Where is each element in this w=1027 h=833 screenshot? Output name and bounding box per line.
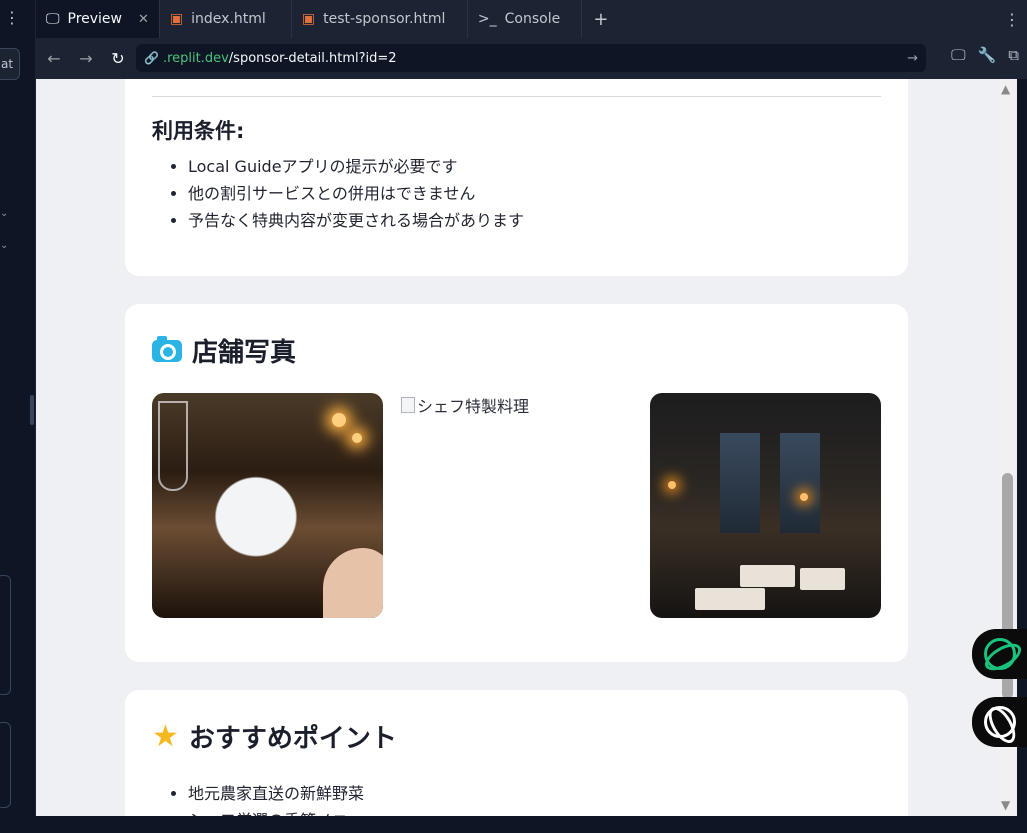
devices-icon[interactable]: 🖵 xyxy=(951,46,965,64)
tab-preview[interactable]: 🖵 Preview ✕ xyxy=(36,0,160,38)
camera-icon xyxy=(152,335,182,362)
tab-spacer xyxy=(620,0,997,38)
section-title: おすすめポイント xyxy=(188,724,397,754)
chevron-icon[interactable]: ⌄ xyxy=(0,208,8,219)
photos-card: 店舗写真 シェフ特製料理 xyxy=(125,304,908,662)
store-photo-dish[interactable] xyxy=(152,393,383,618)
tab-index-html[interactable]: ▣ index.html xyxy=(160,0,292,38)
star-icon: ★ xyxy=(152,718,179,754)
image-alt-text: シェフ特製料理 xyxy=(417,397,530,416)
url-path: /sponsor-detail.html?id=2 xyxy=(228,50,397,66)
list-item: 地元農家直送の新鮮野菜 xyxy=(188,780,380,807)
candle-light xyxy=(332,413,346,427)
glass-shape xyxy=(158,401,188,491)
terms-card: 利用条件: Local Guideアプリの提示が必要です 他の割引サービスとの併… xyxy=(125,79,908,276)
link-icon: 🔗 xyxy=(144,51,159,65)
list-item: Local Guideアプリの提示が必要です xyxy=(188,153,524,180)
more-vertical-icon[interactable]: ⋮ xyxy=(997,0,1027,38)
chatgpt-button[interactable] xyxy=(972,629,1027,679)
table-shape xyxy=(695,588,765,610)
left-rail: ⋮ at ⌄ ⌄ xyxy=(0,0,36,833)
go-arrow-icon[interactable]: → xyxy=(907,51,918,66)
window-shape xyxy=(780,433,820,533)
table-shape xyxy=(800,568,845,590)
tab-label: Preview xyxy=(67,11,123,27)
broken-image[interactable]: シェフ特製料理 xyxy=(401,393,529,417)
list-item: 予告なく特典内容が変更される場合があります xyxy=(188,207,524,234)
preview-viewport: 利用条件: Local Guideアプリの提示が必要です 他の割引サービスとの併… xyxy=(36,79,1017,816)
add-tab-button[interactable]: + xyxy=(582,0,620,38)
close-icon[interactable]: ✕ xyxy=(138,12,149,27)
lamp-light xyxy=(800,493,808,501)
terminal-icon: >_ xyxy=(477,11,497,27)
scroll-down-arrow-icon[interactable]: ▼ xyxy=(1001,798,1010,812)
terms-heading: 利用条件: xyxy=(152,119,245,143)
html5-icon: ▣ xyxy=(169,11,184,27)
forward-arrow-icon[interactable]: → xyxy=(70,43,102,75)
recommend-card: ★ おすすめポイント 地元農家直送の新鮮野菜 シェフ厳選の季節メニュー xyxy=(125,690,908,816)
candle-light xyxy=(352,433,362,443)
recommend-list: 地元農家直送の新鮮野菜 シェフ厳選の季節メニュー xyxy=(188,780,380,816)
broken-image-icon xyxy=(401,397,415,413)
side-panel-box xyxy=(0,575,11,695)
external-link-icon[interactable]: ⧉ xyxy=(1008,46,1019,64)
chatgpt-logo-icon xyxy=(984,638,1016,670)
tab-console[interactable]: >_ Console xyxy=(468,0,582,38)
wrench-icon[interactable]: 🔧 xyxy=(978,46,997,64)
chat-chip[interactable]: at xyxy=(0,48,20,80)
ai-logo-icon xyxy=(984,706,1016,738)
bottom-strip xyxy=(0,816,1027,833)
tab-label: test-sponsor.html xyxy=(323,11,446,27)
hand-shape xyxy=(323,548,383,618)
resize-handle[interactable] xyxy=(30,395,34,425)
tab-test-sponsor-html[interactable]: ▣ test-sponsor.html xyxy=(292,0,468,38)
store-photo-interior[interactable] xyxy=(650,393,881,618)
side-panel-box xyxy=(0,722,11,808)
url-row: ← → ↻ 🔗 .replit.dev /sponsor-detail.html… xyxy=(36,38,1027,79)
section-heading: ★ おすすめポイント xyxy=(152,718,397,755)
monitor-icon: 🖵 xyxy=(46,11,60,27)
table-shape xyxy=(740,565,795,587)
scroll-up-arrow-icon[interactable]: ▲ xyxy=(1001,82,1010,96)
list-item: シェフ厳選の季節メニュー xyxy=(188,807,380,816)
section-heading: 店舗写真 xyxy=(152,332,296,369)
html5-icon: ▣ xyxy=(301,11,316,27)
section-title: 店舗写真 xyxy=(192,338,297,368)
tab-label: Console xyxy=(504,11,561,27)
more-vertical-icon[interactable]: ⋮ xyxy=(4,10,20,26)
url-actions: 🖵 🔧 ⧉ xyxy=(951,46,1019,64)
list-item: 他の割引サービスとの併用はできません xyxy=(188,180,524,207)
window-shape xyxy=(720,433,760,533)
url-input[interactable]: 🔗 .replit.dev /sponsor-detail.html?id=2 … xyxy=(136,44,926,72)
back-arrow-icon[interactable]: ← xyxy=(38,43,70,75)
reload-icon[interactable]: ↻ xyxy=(102,43,134,75)
chevron-icon[interactable]: ⌄ xyxy=(0,240,8,251)
tab-label: index.html xyxy=(191,11,266,27)
terms-list: Local Guideアプリの提示が必要です 他の割引サービスとの併用はできませ… xyxy=(188,153,524,234)
url-host: .replit.dev xyxy=(162,50,229,66)
ai-assistant-button[interactable] xyxy=(972,697,1027,747)
lamp-light xyxy=(668,481,676,489)
tab-bar: 🖵 Preview ✕ ▣ index.html ▣ test-sponsor.… xyxy=(36,0,1027,38)
divider xyxy=(152,96,881,97)
